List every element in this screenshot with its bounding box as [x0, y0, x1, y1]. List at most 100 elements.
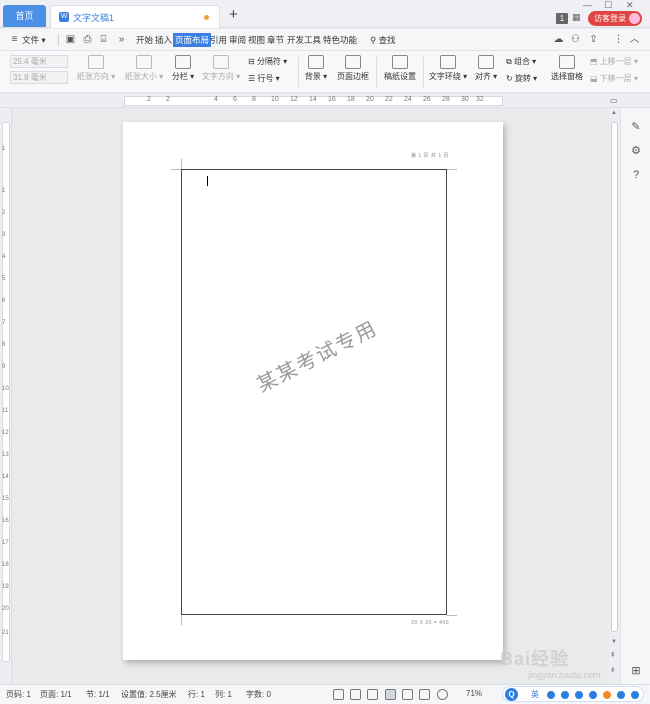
- ruler-tick: 28: [442, 96, 450, 103]
- export-pdf-icon[interactable]: ⎙: [81, 33, 94, 46]
- apps-grid-icon[interactable]: ⊞: [629, 664, 643, 678]
- tab-document[interactable]: W 文字文稿1: [50, 5, 220, 28]
- ime-shirt-icon[interactable]: [589, 691, 597, 699]
- ime-user-icon[interactable]: [617, 691, 625, 699]
- ime-moon-icon[interactable]: [547, 691, 555, 699]
- text-wrap-button[interactable]: 文字环绕 ▾: [428, 55, 468, 89]
- align-button[interactable]: 对齐 ▾: [474, 55, 498, 89]
- menu-tab-chapter[interactable]: 章节: [267, 33, 284, 47]
- status-col[interactable]: 列: 1: [215, 689, 232, 700]
- ruler-tick: 22: [385, 96, 393, 103]
- new-tab-button[interactable]: +: [229, 6, 238, 23]
- edit-pen-icon[interactable]: ✎: [629, 120, 643, 134]
- focus-mode-icon[interactable]: [333, 689, 344, 700]
- status-page-number[interactable]: 页码: 1: [6, 689, 31, 700]
- status-section[interactable]: 节: 1/1: [86, 689, 110, 700]
- menu-tab-developer[interactable]: 开发工具: [287, 33, 321, 47]
- ruler-tick: 18: [347, 96, 355, 103]
- document-workspace[interactable]: 第 1 页 共 1 页 20 X 20 = 400 某某考试专用: [12, 108, 609, 684]
- top-margin-input[interactable]: 25.4 毫米: [10, 55, 68, 68]
- more-options-icon[interactable]: ⋮: [612, 33, 625, 46]
- scrollbar-thumb[interactable]: [611, 122, 618, 632]
- menu-tab-view[interactable]: 视图: [248, 33, 265, 47]
- adjust-sliders-icon[interactable]: ⚙: [629, 144, 643, 158]
- tab-home[interactable]: 首页: [3, 5, 46, 27]
- selection-pane-button[interactable]: 选择窗格: [549, 55, 585, 89]
- ruler-toggle-icon[interactable]: ▭: [610, 96, 618, 105]
- bring-forward-button[interactable]: ⬒ 上移一层 ▾: [590, 56, 638, 68]
- status-row[interactable]: 行: 1: [188, 689, 205, 700]
- write-mode-icon[interactable]: [367, 689, 378, 700]
- menu-tab-references[interactable]: 引用: [210, 33, 227, 47]
- file-menu[interactable]: 文件 ▾: [22, 33, 46, 47]
- scroll-up-icon[interactable]: ▲: [611, 110, 617, 116]
- ime-tools-icon[interactable]: [575, 691, 583, 699]
- breaks-button[interactable]: ⊟ 分隔符 ▾: [248, 56, 287, 68]
- ruler-tick: 19: [2, 584, 9, 590]
- paper-size-button[interactable]: 纸张大小 ▾: [123, 55, 165, 89]
- status-setting[interactable]: 设置值: 2.5厘米: [121, 689, 177, 700]
- cloud-icon[interactable]: ☁: [552, 33, 565, 46]
- document-page[interactable]: 第 1 页 共 1 页 20 X 20 = 400 某某考试专用: [123, 122, 503, 660]
- vertical-scrollbar[interactable]: ▲ ▼ ⇞ ⇟: [609, 108, 620, 684]
- draft-settings-button[interactable]: 稿纸设置: [381, 55, 419, 89]
- guest-login-button[interactable]: 访客登录: [588, 11, 642, 26]
- bottom-margin-input[interactable]: 31.8 毫米: [10, 71, 68, 84]
- vertical-ruler[interactable]: 1 1 2 3 4 5 6 7 8 9 10 11 12 13 14 15 16…: [0, 108, 12, 684]
- menu-tab-special[interactable]: 特色功能: [323, 33, 357, 47]
- page-border-button[interactable]: 页面边框: [335, 55, 371, 89]
- scroll-down-icon[interactable]: ▼: [611, 639, 617, 645]
- orientation-label: 纸张方向: [76, 72, 109, 81]
- columns-button[interactable]: 分栏 ▾: [170, 55, 196, 89]
- status-pages[interactable]: 页面: 1/1: [40, 689, 72, 700]
- ime-language[interactable]: 英: [531, 689, 539, 700]
- minimize-icon[interactable]: —: [583, 0, 592, 10]
- group-label: 组合: [513, 57, 530, 66]
- share-icon[interactable]: ⇪: [587, 33, 600, 46]
- page-view-icon[interactable]: [385, 689, 396, 700]
- text-direction-button[interactable]: 文字方向 ▾: [200, 55, 242, 89]
- background-icon: [308, 55, 324, 69]
- line-numbers-button[interactable]: ☰ 行号 ▾: [248, 73, 280, 85]
- ruler-tick: 1: [2, 188, 6, 194]
- status-word-count[interactable]: 字数: 0: [246, 689, 271, 700]
- ime-grid-icon[interactable]: [631, 691, 639, 699]
- menu-tab-insert[interactable]: 插入: [155, 33, 172, 47]
- eye-protection-icon[interactable]: [437, 689, 448, 700]
- breaks-icon: ⊟: [248, 57, 255, 66]
- menu-tab-start[interactable]: 开始: [136, 33, 153, 47]
- collab-icon[interactable]: ⚇: [569, 33, 582, 46]
- send-backward-button[interactable]: ⬓ 下移一层 ▾: [590, 73, 638, 85]
- collapse-ribbon-icon[interactable]: ︿: [628, 33, 641, 46]
- save-icon[interactable]: ▣: [64, 33, 77, 46]
- ruler-tick: 4: [2, 254, 6, 260]
- zoom-level[interactable]: 71%: [466, 689, 482, 698]
- horizontal-ruler[interactable]: 2 2 4 6 8 10 12 14 16 18 20 22 24 26 28 …: [0, 94, 650, 108]
- ime-punct-icon[interactable]: [561, 691, 569, 699]
- web-view-icon[interactable]: [419, 689, 430, 700]
- prev-page-icon[interactable]: ⇞: [610, 651, 616, 659]
- help-icon[interactable]: ?: [629, 168, 643, 182]
- draft-settings-icon: [392, 55, 408, 69]
- skin-icon[interactable]: ▦: [572, 12, 581, 23]
- ime-emoji-icon[interactable]: [603, 691, 611, 699]
- menu-tab-review[interactable]: 审阅: [229, 33, 246, 47]
- background-button[interactable]: 背景 ▾: [303, 55, 329, 89]
- orientation-button[interactable]: 纸张方向 ▾: [76, 55, 116, 89]
- outline-view-icon[interactable]: [402, 689, 413, 700]
- next-page-icon[interactable]: ⇟: [610, 666, 616, 674]
- reading-mode-icon[interactable]: [350, 689, 361, 700]
- hamburger-menu-icon[interactable]: ≡: [8, 33, 21, 46]
- maximize-icon[interactable]: ☐: [604, 0, 612, 11]
- group-button[interactable]: ⧉ 组合 ▾: [506, 56, 536, 68]
- align-label: 对齐: [474, 72, 491, 81]
- window-count-badge[interactable]: 1: [556, 13, 568, 24]
- search-button[interactable]: ⚲ 查找: [370, 33, 396, 47]
- more-chevron-icon[interactable]: »: [115, 33, 128, 46]
- print-icon[interactable]: ⌸: [97, 33, 110, 46]
- rotate-button[interactable]: ↻ 旋转 ▾: [506, 73, 537, 85]
- send-backward-icon: ⬓: [590, 74, 598, 83]
- close-icon[interactable]: ✕: [626, 0, 634, 11]
- ime-toolbar[interactable]: Q 英: [502, 686, 644, 702]
- menu-tab-page-layout[interactable]: 页面布局: [173, 33, 212, 47]
